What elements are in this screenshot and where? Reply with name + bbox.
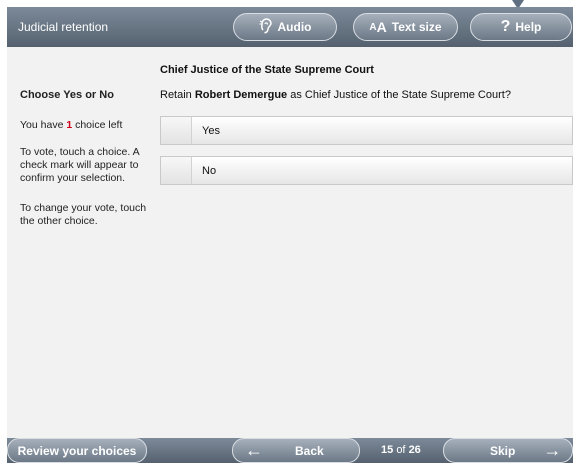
back-button[interactable]: ← Back (232, 438, 360, 463)
page-title: Judicial retention (18, 20, 109, 34)
audio-button[interactable]: Audio (233, 13, 337, 41)
question-icon: ? (500, 18, 511, 35)
skip-button[interactable]: Skip → (443, 438, 573, 463)
choices-left-text: You have 1 choice left (20, 119, 160, 132)
instructions-panel: Choose Yes or No You have 1 choice left … (20, 89, 160, 228)
option-yes[interactable]: Yes (160, 116, 573, 145)
skip-label: Skip (490, 443, 516, 458)
text-size-label: Text size (391, 20, 442, 34)
total-pages: 26 (408, 444, 421, 456)
bottom-bar: Review your choices ← Back 15 of 26 Skip… (7, 438, 573, 463)
choices-left-count: 1 (66, 119, 73, 131)
help-button[interactable]: ? Help (470, 13, 572, 41)
contest-title: Chief Justice of the State Supreme Court (160, 64, 374, 76)
choices-suffix: choice left (75, 119, 123, 131)
candidate-name: Robert Demergue (194, 89, 288, 101)
top-bar: Judicial retention Audio A A Text size ?… (7, 7, 573, 47)
current-page: 15 (381, 444, 394, 456)
ear-icon (259, 17, 273, 37)
question-prefix: Retain (160, 89, 192, 101)
choices-prefix: You have (20, 119, 64, 131)
retention-question: Retain Robert Demergue as Chief Justice … (160, 89, 511, 101)
ballot-screen: Judicial retention Audio A A Text size ?… (7, 7, 573, 463)
vote-help-text: To vote, touch a choice. A check mark wi… (20, 146, 140, 184)
instructions-heading: Choose Yes or No (20, 89, 114, 101)
checkbox[interactable] (161, 157, 192, 184)
change-help-text: To change your vote, touch the other cho… (20, 202, 147, 227)
checkbox[interactable] (161, 117, 192, 144)
option-label: Yes (202, 125, 220, 137)
arrow-right-icon: → (543, 440, 562, 460)
page-indicator: 15 of 26 (381, 444, 421, 456)
text-size-button[interactable]: A A Text size (353, 13, 458, 41)
review-choices-button[interactable]: Review your choices (7, 438, 147, 463)
question-suffix: as Chief Justice of the State Supreme Co… (290, 89, 511, 101)
text-size-small-icon: A (369, 21, 377, 33)
option-no[interactable]: No (160, 156, 573, 185)
review-label: Review your choices (17, 443, 137, 458)
help-label: Help (515, 20, 542, 34)
option-label: No (202, 165, 217, 177)
text-size-big-icon: A (376, 19, 387, 35)
arrow-left-icon: ← (245, 440, 263, 460)
audio-label: Audio (277, 20, 312, 34)
back-label: Back (295, 443, 324, 458)
of-label: of (396, 444, 406, 456)
